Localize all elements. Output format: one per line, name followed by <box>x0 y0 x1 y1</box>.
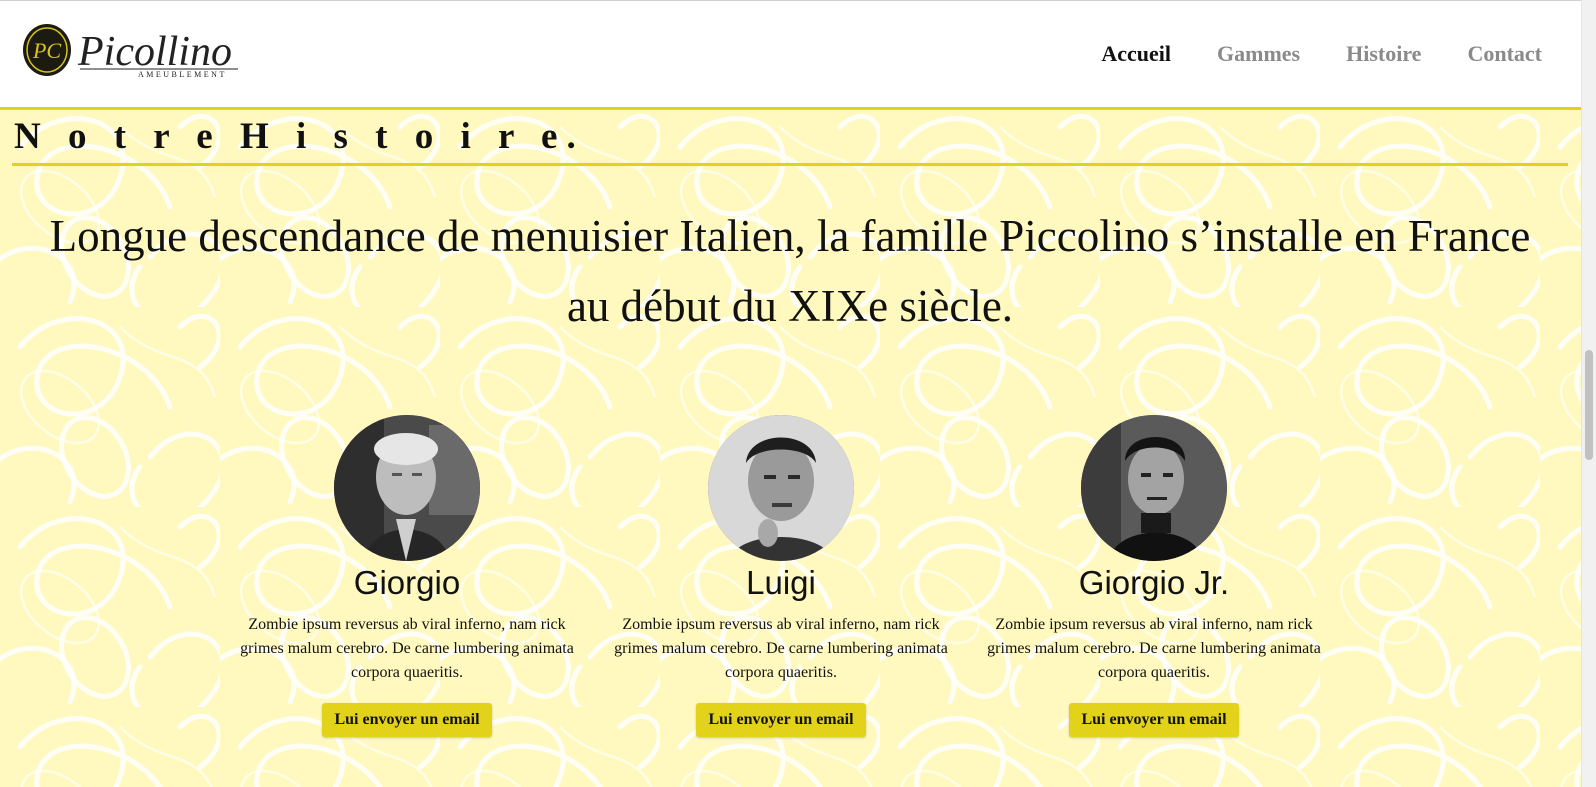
person-bio: Zombie ipsum reversus ab viral inferno, … <box>614 616 948 681</box>
avatar <box>1081 415 1227 561</box>
scrollbar-thumb[interactable] <box>1585 350 1593 460</box>
site-header: PC Picollino AMEUBLEMENT Accueil Gammes … <box>0 0 1582 110</box>
section-title: N o t r e H i s t o i r e. <box>14 116 585 157</box>
person-bio: Zombie ipsum reversus ab viral inferno, … <box>240 616 574 681</box>
logo-subtext: AMEUBLEMENT <box>138 70 227 79</box>
nav-histoire[interactable]: Histoire <box>1346 41 1421 67</box>
avatar <box>334 415 480 561</box>
page-scrollbar[interactable] <box>1581 0 1596 787</box>
person-name: Luigi <box>746 564 816 601</box>
person-card: Giorgio Jr. Zombie ipsum reversus ab vir… <box>984 415 1324 737</box>
person-name: Giorgio <box>353 564 461 601</box>
logo-image: PC Picollino AMEUBLEMENT <box>23 24 238 79</box>
person-card: Giorgio Zombie ipsum reversus ab viral i… <box>237 415 577 737</box>
logo-monogram: PC <box>32 38 61 63</box>
brand-logo[interactable]: PC Picollino AMEUBLEMENT <box>22 21 244 83</box>
email-button[interactable]: Lui envoyer un email <box>696 703 866 737</box>
person-bio: Zombie ipsum reversus ab viral inferno, … <box>987 616 1321 681</box>
portrait-photo <box>1081 415 1227 561</box>
email-button[interactable]: Lui envoyer un email <box>322 703 492 737</box>
person-card: Luigi Zombie ipsum reversus ab viral inf… <box>611 415 951 737</box>
logo-wordmark: Picollino <box>77 29 232 75</box>
nav-accueil[interactable]: Accueil <box>1101 41 1171 67</box>
email-button[interactable]: Lui envoyer un email <box>1069 703 1239 737</box>
history-section: N o t r e H i s t o i r e. Longue descen… <box>0 107 1582 787</box>
portrait-photo <box>708 415 854 561</box>
history-lead: Longue descendance de menuisier Italien,… <box>49 211 1531 331</box>
nav-contact[interactable]: Contact <box>1467 41 1542 67</box>
portrait-photo <box>334 415 480 561</box>
avatar <box>708 415 854 561</box>
title-underline <box>12 163 1568 166</box>
nav-gammes[interactable]: Gammes <box>1217 41 1300 67</box>
main-nav: Accueil Gammes Histoire Contact <box>1101 41 1542 67</box>
person-name: Giorgio Jr. <box>1078 564 1230 601</box>
